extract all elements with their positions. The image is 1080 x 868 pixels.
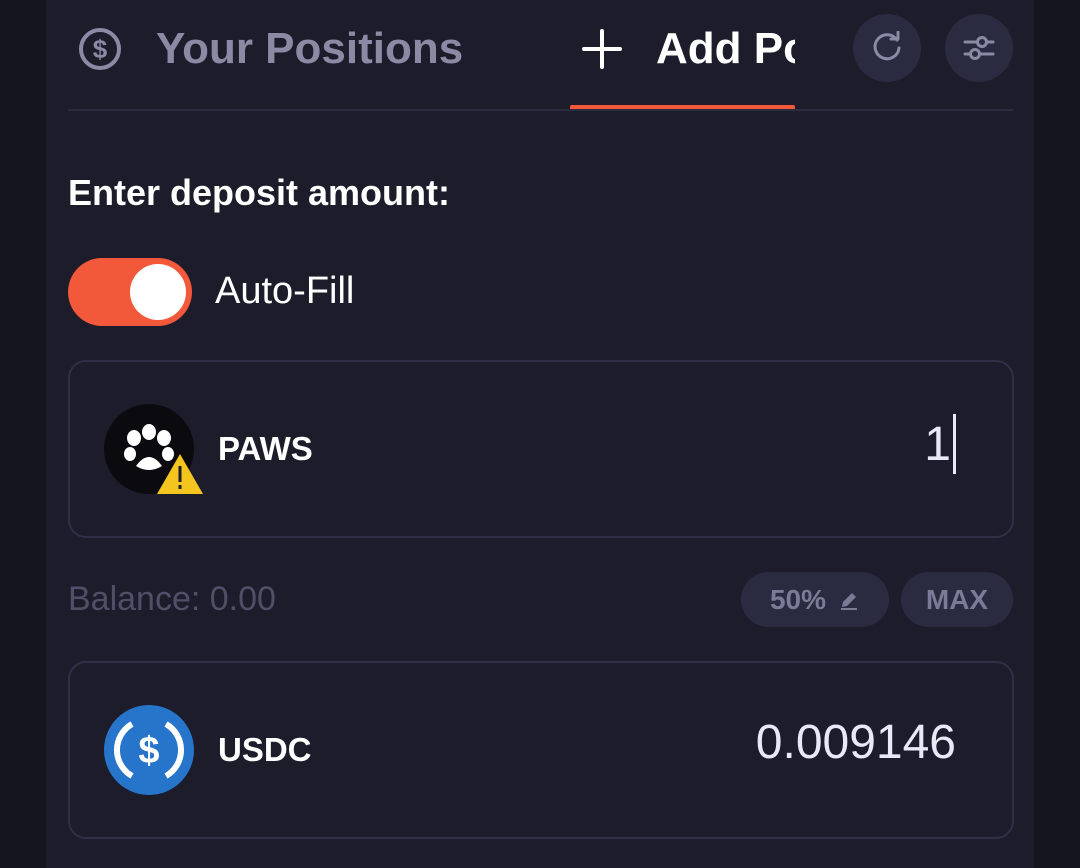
tab-your-positions[interactable]: $ Your Positions: [78, 24, 463, 74]
plus-icon: [582, 29, 622, 69]
autofill-label: Auto-Fill: [215, 270, 355, 312]
usdc-amount[interactable]: 0.009146: [756, 715, 956, 770]
autofill-toggle[interactable]: [68, 258, 192, 326]
svg-text:$: $: [138, 730, 159, 772]
usdc-symbol: USDC: [218, 731, 312, 768]
sliders-icon: [962, 33, 996, 63]
text-caret: [953, 414, 956, 474]
refresh-button[interactable]: [853, 14, 921, 82]
tab-add-position-label: Add Position: [656, 24, 795, 73]
add-position-screen: $ Your Positions Add Position: [0, 0, 1080, 868]
usdc-amount-field[interactable]: $ USDC 0.009146: [68, 661, 1014, 839]
dollar-circle-icon: $: [78, 27, 122, 71]
max-button[interactable]: MAX: [901, 572, 1013, 627]
paws-amount-field[interactable]: PAWS 1: [68, 360, 1014, 538]
paws-amount-value: 1: [924, 417, 951, 471]
settings-button[interactable]: [945, 14, 1013, 82]
fifty-percent-button[interactable]: 50%: [741, 572, 889, 627]
usdc-logo-icon: $: [104, 705, 194, 795]
max-label: MAX: [925, 583, 989, 615]
deposit-heading: Enter deposit amount:: [68, 172, 451, 213]
toggle-knob: [130, 264, 186, 320]
balance-label: Balance: 0.00: [68, 580, 276, 618]
tab-add-position[interactable]: Add Position: [570, 14, 795, 110]
svg-text:$: $: [93, 34, 108, 64]
refresh-icon: [870, 31, 904, 65]
fifty-percent-label: 50%: [769, 583, 827, 615]
tab-your-positions-label: Your Positions: [156, 24, 464, 73]
header-divider: [68, 109, 1013, 111]
paws-amount[interactable]: 1: [924, 414, 956, 474]
pencil-icon: [838, 589, 860, 611]
paws-symbol: PAWS: [218, 430, 313, 467]
paws-logo-icon: [104, 404, 203, 494]
